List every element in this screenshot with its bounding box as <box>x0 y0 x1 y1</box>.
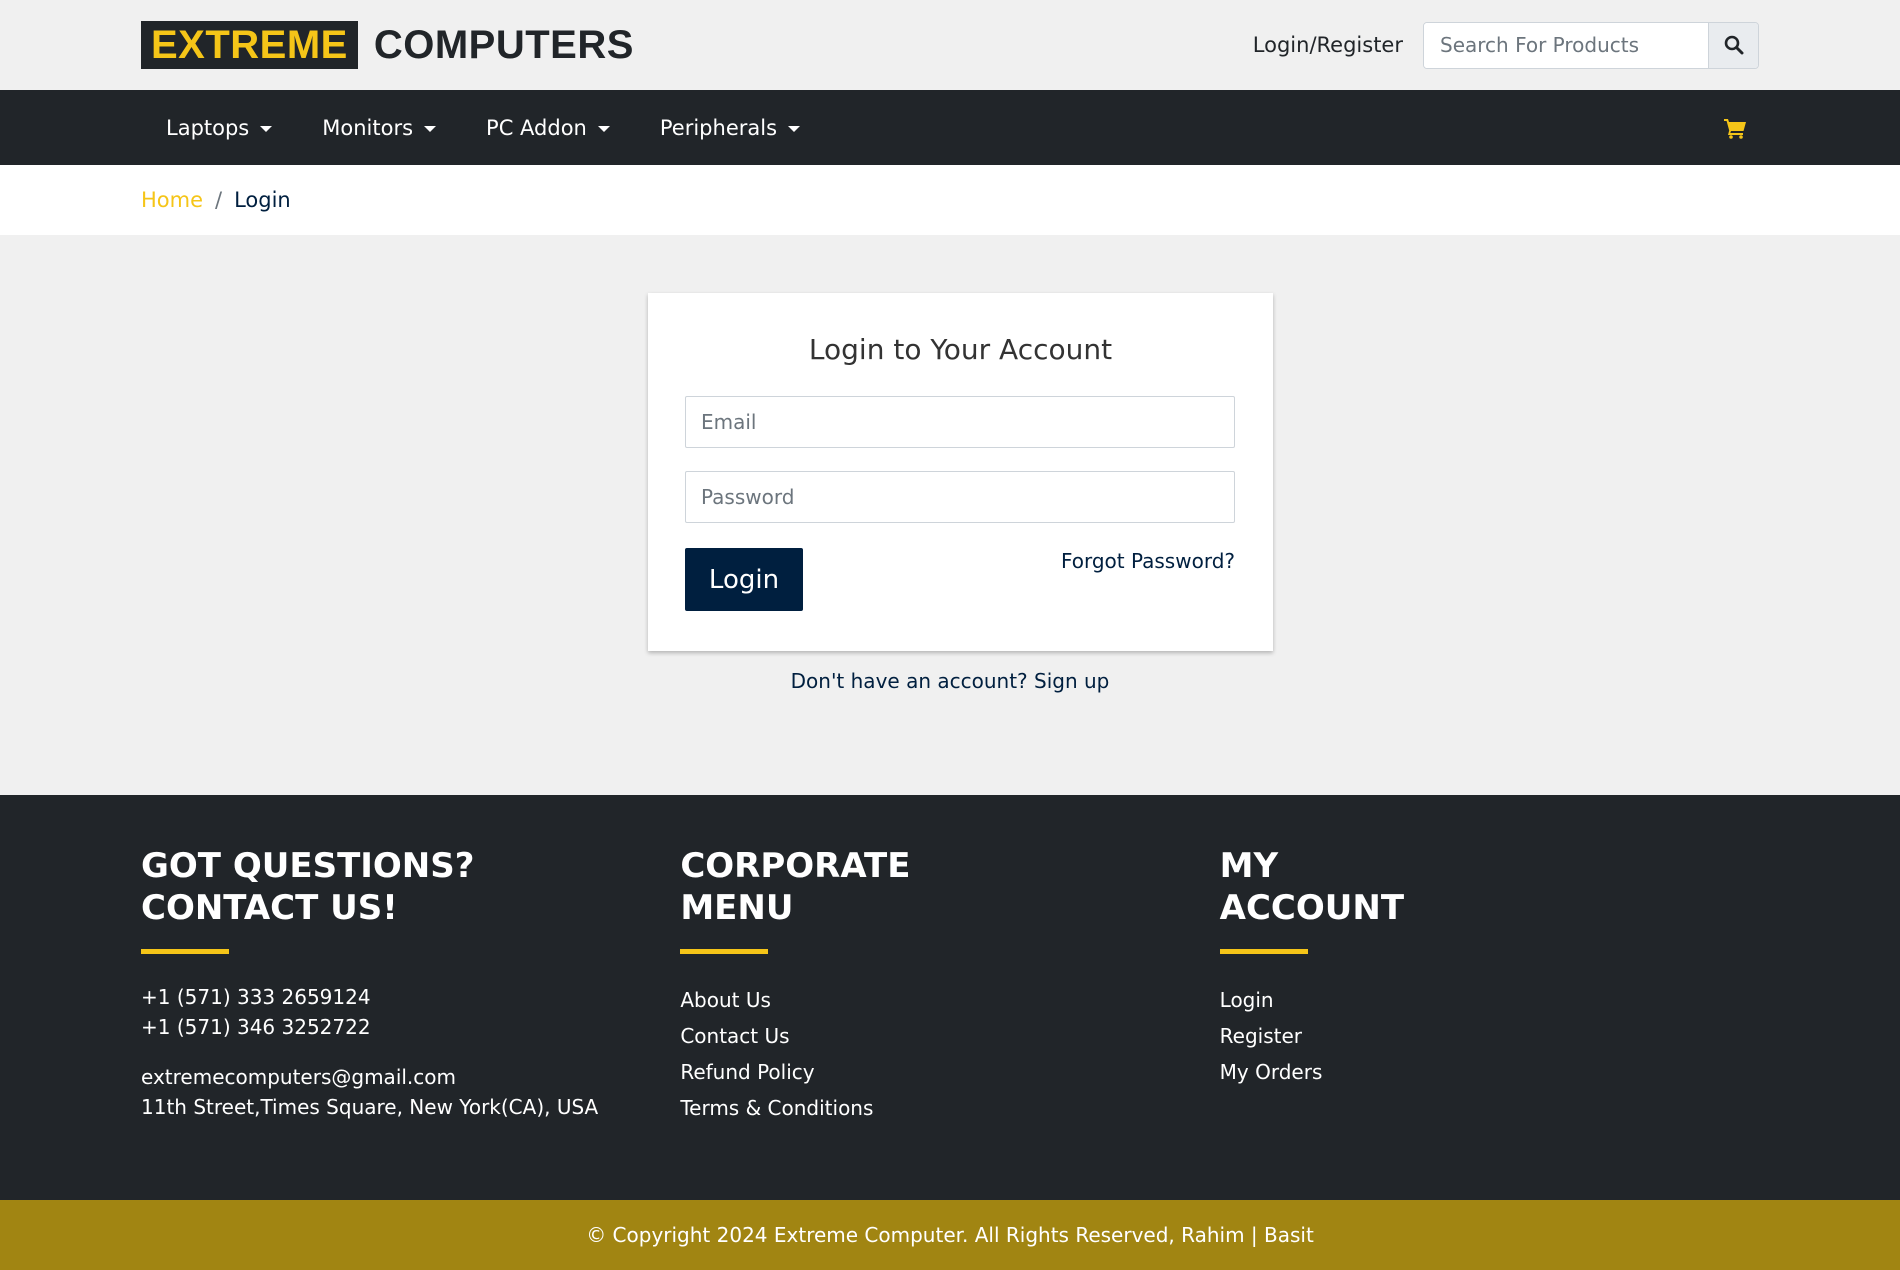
footer-link-refund-policy[interactable]: Refund Policy <box>680 1054 1219 1090</box>
logo-highlight: EXTREME <box>141 21 358 69</box>
nav-item-label: Monitors <box>322 115 414 140</box>
chevron-down-icon <box>597 125 610 132</box>
phone-number: +1 (571) 346 3252722 <box>141 1015 371 1039</box>
login-register-link[interactable]: Login/Register <box>1253 33 1403 57</box>
heading-line: GOT QUESTIONS? <box>141 846 475 886</box>
signup-link[interactable]: Don't have an account? Sign up <box>0 669 1900 693</box>
footer-link-login[interactable]: Login <box>1220 982 1759 1018</box>
footer-link-about-us[interactable]: About Us <box>680 982 1219 1018</box>
footer-corporate-heading: CORPORATE MENU <box>680 845 1219 929</box>
chevron-down-icon <box>424 125 437 132</box>
email-field[interactable] <box>685 396 1235 448</box>
main-content: Login to Your Account Login Forgot Passw… <box>0 235 1900 795</box>
phone-number: +1 (571) 333 2659124 <box>141 985 371 1009</box>
nav-monitors-dropdown[interactable]: Monitors <box>322 115 437 140</box>
footer-link-terms[interactable]: Terms & Conditions <box>680 1090 1219 1126</box>
footer-link-my-orders[interactable]: My Orders <box>1220 1054 1759 1090</box>
search-button[interactable] <box>1708 22 1758 68</box>
breadcrumb-current: Login <box>234 188 291 212</box>
nav-pc-addon-dropdown[interactable]: PC Addon <box>486 116 610 140</box>
chevron-down-icon <box>788 125 801 132</box>
contact-email: extremecomputers@gmail.com <box>141 1065 456 1089</box>
logo-text: COMPUTERS <box>373 22 634 67</box>
footer-account-heading: MY ACCOUNT <box>1220 845 1759 929</box>
heading-underline <box>680 949 769 954</box>
footer-contact-heading: GOT QUESTIONS? CONTACT US! <box>141 845 680 929</box>
search-input[interactable] <box>1424 22 1708 68</box>
corporate-links: About Us Contact Us Refund Policy Terms … <box>680 982 1219 1126</box>
account-links: Login Register My Orders <box>1220 982 1759 1090</box>
nav-item-label: PC Addon <box>486 115 587 140</box>
nav-laptops-dropdown[interactable]: Laptops <box>166 115 273 140</box>
login-button[interactable]: Login <box>685 548 803 611</box>
main-navbar: Laptops Monitors PC Addon Peripherals <box>0 90 1900 165</box>
site-logo[interactable]: EXTREME COMPUTERS <box>141 21 634 69</box>
nav-item-label: Peripherals <box>659 115 778 140</box>
footer-contact-column: GOT QUESTIONS? CONTACT US! +1 (571) 333 … <box>141 845 680 1126</box>
cart-link[interactable] <box>1723 117 1747 139</box>
breadcrumb-home-link[interactable]: Home <box>141 188 203 212</box>
nav-menu: Laptops Monitors PC Addon Peripherals <box>141 116 850 140</box>
heading-line: ACCOUNT <box>1219 888 1405 928</box>
breadcrumb-separator: / <box>215 188 223 212</box>
heading-line: MY <box>1219 846 1279 886</box>
login-card: Login to Your Account Login Forgot Passw… <box>648 293 1273 651</box>
contact-address: 11th Street,Times Square, New York(CA), … <box>141 1095 599 1119</box>
footer-link-contact-us[interactable]: Contact Us <box>680 1018 1219 1054</box>
footer-corporate-column: CORPORATE MENU About Us Contact Us Refun… <box>680 845 1219 1126</box>
heading-line: CONTACT US! <box>141 888 398 928</box>
copyright-text: © Copyright 2024 Extreme Computer. All R… <box>586 1223 1314 1247</box>
chevron-down-icon <box>260 125 273 132</box>
forgot-password-link[interactable]: Forgot Password? <box>1061 549 1235 573</box>
breadcrumb: Home / Login <box>0 165 1900 235</box>
nav-item-label: Laptops <box>166 115 250 140</box>
heading-line: CORPORATE <box>680 846 911 886</box>
copyright-bar: © Copyright 2024 Extreme Computer. All R… <box>0 1200 1900 1270</box>
top-header: EXTREME COMPUTERS Login/Register <box>0 0 1900 90</box>
heading-underline <box>141 949 229 954</box>
password-field[interactable] <box>685 471 1235 523</box>
header-actions: Login/Register <box>1253 21 1759 69</box>
footer-link-register[interactable]: Register <box>1220 1018 1759 1054</box>
login-title: Login to Your Account <box>808 333 1113 366</box>
footer: GOT QUESTIONS? CONTACT US! +1 (571) 333 … <box>0 795 1900 1200</box>
footer-account-column: MY ACCOUNT Login Register My Orders <box>1219 845 1759 1126</box>
search-icon <box>1724 35 1743 55</box>
heading-underline <box>1219 949 1308 954</box>
heading-line: MENU <box>680 888 794 928</box>
nav-peripherals-dropdown[interactable]: Peripherals <box>659 115 801 140</box>
search-group <box>1423 21 1759 69</box>
cart-icon <box>1724 118 1746 139</box>
